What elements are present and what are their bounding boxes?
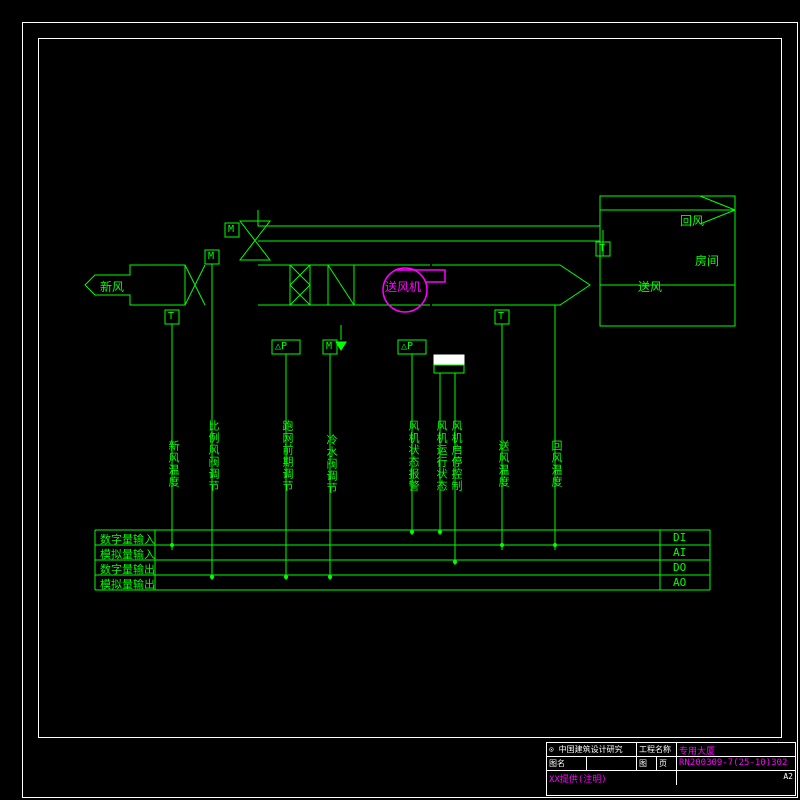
io-dots bbox=[170, 530, 557, 579]
starter-icon bbox=[434, 355, 464, 365]
title-block: ⊙ 中国建筑设计研究 工程名称 专用大厦 图名 图 页 RN200309-7(2… bbox=[546, 742, 796, 796]
m-text-1: M bbox=[208, 251, 214, 262]
tb-f2l: 图名 bbox=[547, 757, 587, 770]
vl-6: 风机运行状态 bbox=[433, 420, 449, 492]
tb-f1l: 工程名称 bbox=[637, 743, 677, 756]
return-air-label: 回风 bbox=[680, 212, 704, 229]
fan-label: 送风机 bbox=[385, 278, 421, 295]
filter-icon bbox=[290, 265, 310, 305]
supply-air-label: 送风 bbox=[638, 278, 662, 295]
vl-3: 跑网前期调节 bbox=[279, 420, 295, 492]
io-r1-left: 数字量输入 bbox=[100, 531, 155, 547]
supply-duct bbox=[432, 265, 590, 305]
tb-docno: RN200309-7(25-10)302 bbox=[677, 757, 795, 770]
m-text-3: M bbox=[326, 341, 332, 352]
io-r4-left: 模拟量输出 bbox=[100, 576, 155, 592]
io-r1-right: DI bbox=[673, 531, 710, 544]
room-label: 房间 bbox=[695, 252, 719, 269]
return-duct-top bbox=[258, 210, 600, 226]
starter-base bbox=[434, 365, 464, 373]
dp-text-1: △P bbox=[275, 341, 287, 352]
dp-text-2: △P bbox=[401, 341, 413, 352]
vl-8: 送风温度 bbox=[495, 440, 511, 488]
io-table-grid bbox=[95, 530, 710, 590]
io-r2-right: AI bbox=[673, 546, 710, 559]
tb-r3r: A2 bbox=[677, 771, 795, 785]
vl-9: 回风温度 bbox=[548, 440, 564, 488]
vl-1: 新风温度 bbox=[165, 440, 181, 488]
m-text-2: M bbox=[228, 224, 234, 235]
io-r3-right: DO bbox=[673, 561, 710, 574]
tb-sheetl: 页 bbox=[657, 757, 677, 770]
tb-company: 中国建筑设计研究 bbox=[559, 745, 623, 754]
io-r4-right: AO bbox=[673, 576, 710, 589]
return-arrow bbox=[600, 196, 735, 224]
tb-r3l: XX提供(注明) bbox=[547, 771, 677, 785]
vl-2: 比例风阀调节 bbox=[205, 420, 221, 492]
fresh-air-label: 新风 bbox=[100, 278, 124, 295]
t-text-2: T bbox=[498, 311, 504, 322]
schematic-svg bbox=[0, 0, 800, 800]
t-text-1: T bbox=[168, 311, 174, 322]
io-r3-left: 数字量输出 bbox=[100, 561, 155, 577]
t-text-3: T bbox=[599, 243, 605, 254]
vl-7: 风机启停控制 bbox=[448, 420, 464, 492]
vl-5: 风机状态报警 bbox=[405, 420, 421, 492]
vl-4: 冷水阀调节 bbox=[323, 434, 339, 494]
io-r2-left: 模拟量输入 bbox=[100, 546, 155, 562]
tb-f1v: 专用大厦 bbox=[677, 743, 795, 756]
tb-f3l: 图 bbox=[637, 757, 657, 770]
damper1-icon bbox=[185, 265, 205, 305]
